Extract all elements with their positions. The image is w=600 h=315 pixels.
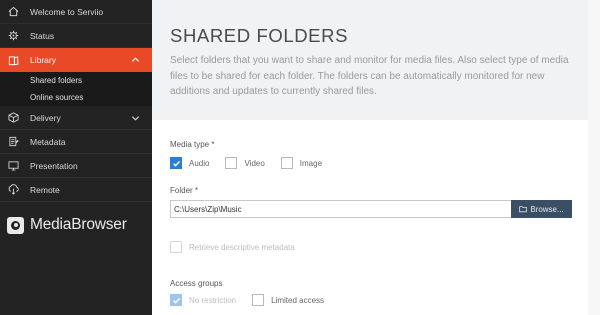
- window-edge: [588, 0, 600, 315]
- sidebar-item-library[interactable]: Library: [0, 48, 152, 72]
- checkmark-icon: [172, 297, 180, 304]
- audio-label: Audio: [189, 158, 210, 168]
- limited-access-label: Limited access: [271, 295, 325, 305]
- audio-checkbox[interactable]: [170, 157, 182, 169]
- retrieve-metadata-checkbox[interactable]: [170, 241, 182, 253]
- cube-icon: [7, 112, 19, 124]
- metadata-icon: [7, 136, 19, 148]
- sidebar-subitem-online-sources[interactable]: Online sources: [0, 89, 152, 106]
- checkmark-icon: [172, 160, 180, 167]
- page-header: SHARED FOLDERS Select folders that you w…: [152, 0, 588, 120]
- access-groups-options: No restriction Limited access: [170, 294, 340, 306]
- media-type-options: Audio Video Image: [170, 157, 338, 169]
- page-description: Select folders that you want to share an…: [170, 55, 569, 97]
- chevron-up-icon: [131, 57, 140, 62]
- page-title: SHARED FOLDERS: [170, 25, 349, 46]
- gear-icon: [7, 30, 19, 42]
- library-submenu: Shared folders Online sources: [0, 72, 152, 106]
- video-checkbox[interactable]: [225, 157, 238, 169]
- sidebar-item-remote[interactable]: Remote: [0, 178, 152, 202]
- sidebar-item-delivery[interactable]: Delivery: [0, 106, 152, 130]
- sidebar-item-metadata[interactable]: Metadata: [0, 130, 152, 154]
- browse-label: Browse...: [530, 204, 564, 214]
- folder-label: Folder *: [170, 186, 199, 195]
- image-label: Image: [299, 158, 323, 168]
- media-type-label: Media type *: [170, 140, 215, 149]
- remote-icon: [7, 184, 19, 196]
- video-label: Video: [244, 158, 265, 168]
- sidebar-item-label: Status: [30, 30, 55, 41]
- no-restriction-checkbox[interactable]: [170, 294, 182, 306]
- sidebar-item-label: Presentation: [30, 160, 78, 171]
- sidebar-item-label: Library: [30, 55, 56, 65]
- chevron-down-icon: [131, 115, 140, 121]
- limited-access-checkbox[interactable]: [252, 294, 265, 306]
- library-icon: [7, 54, 19, 66]
- folder-icon: [519, 206, 528, 213]
- app-window: Welcome to Serviio Status Library Shared…: [0, 0, 600, 315]
- retrieve-metadata-option: Retrieve descriptive metadata: [170, 241, 311, 253]
- sidebar-item-welcome[interactable]: Welcome to Serviio: [0, 0, 152, 24]
- home-icon: [7, 6, 19, 18]
- sidebar-subitem-shared-folders[interactable]: Shared folders: [0, 72, 152, 89]
- mediabrowser-logo-icon: [7, 216, 24, 234]
- sidebar-item-label: Metadata: [30, 136, 66, 147]
- retrieve-metadata-label: Retrieve descriptive metadata: [189, 242, 295, 252]
- access-groups-label: Access groups: [170, 279, 223, 288]
- folder-path-input[interactable]: [170, 200, 512, 218]
- logo-text: MediaBrowser: [30, 216, 127, 233]
- mediabrowser-logo: MediaBrowser: [7, 216, 127, 234]
- shared-folder-form: Media type * Audio Video Image Folder * …: [152, 120, 588, 315]
- sidebar-item-label: Delivery: [30, 112, 61, 123]
- sidebar-item-label: Welcome to Serviio: [30, 6, 104, 17]
- sidebar-item-label: Remote: [30, 184, 60, 195]
- presentation-icon: [7, 160, 19, 172]
- browse-button[interactable]: Browse...: [511, 200, 572, 218]
- sidebar: Welcome to Serviio Status Library Shared…: [0, 0, 152, 315]
- sidebar-item-presentation[interactable]: Presentation: [0, 154, 152, 178]
- sidebar-item-status[interactable]: Status: [0, 24, 152, 48]
- no-restriction-label: No restriction: [189, 295, 237, 305]
- image-checkbox[interactable]: [280, 157, 293, 169]
